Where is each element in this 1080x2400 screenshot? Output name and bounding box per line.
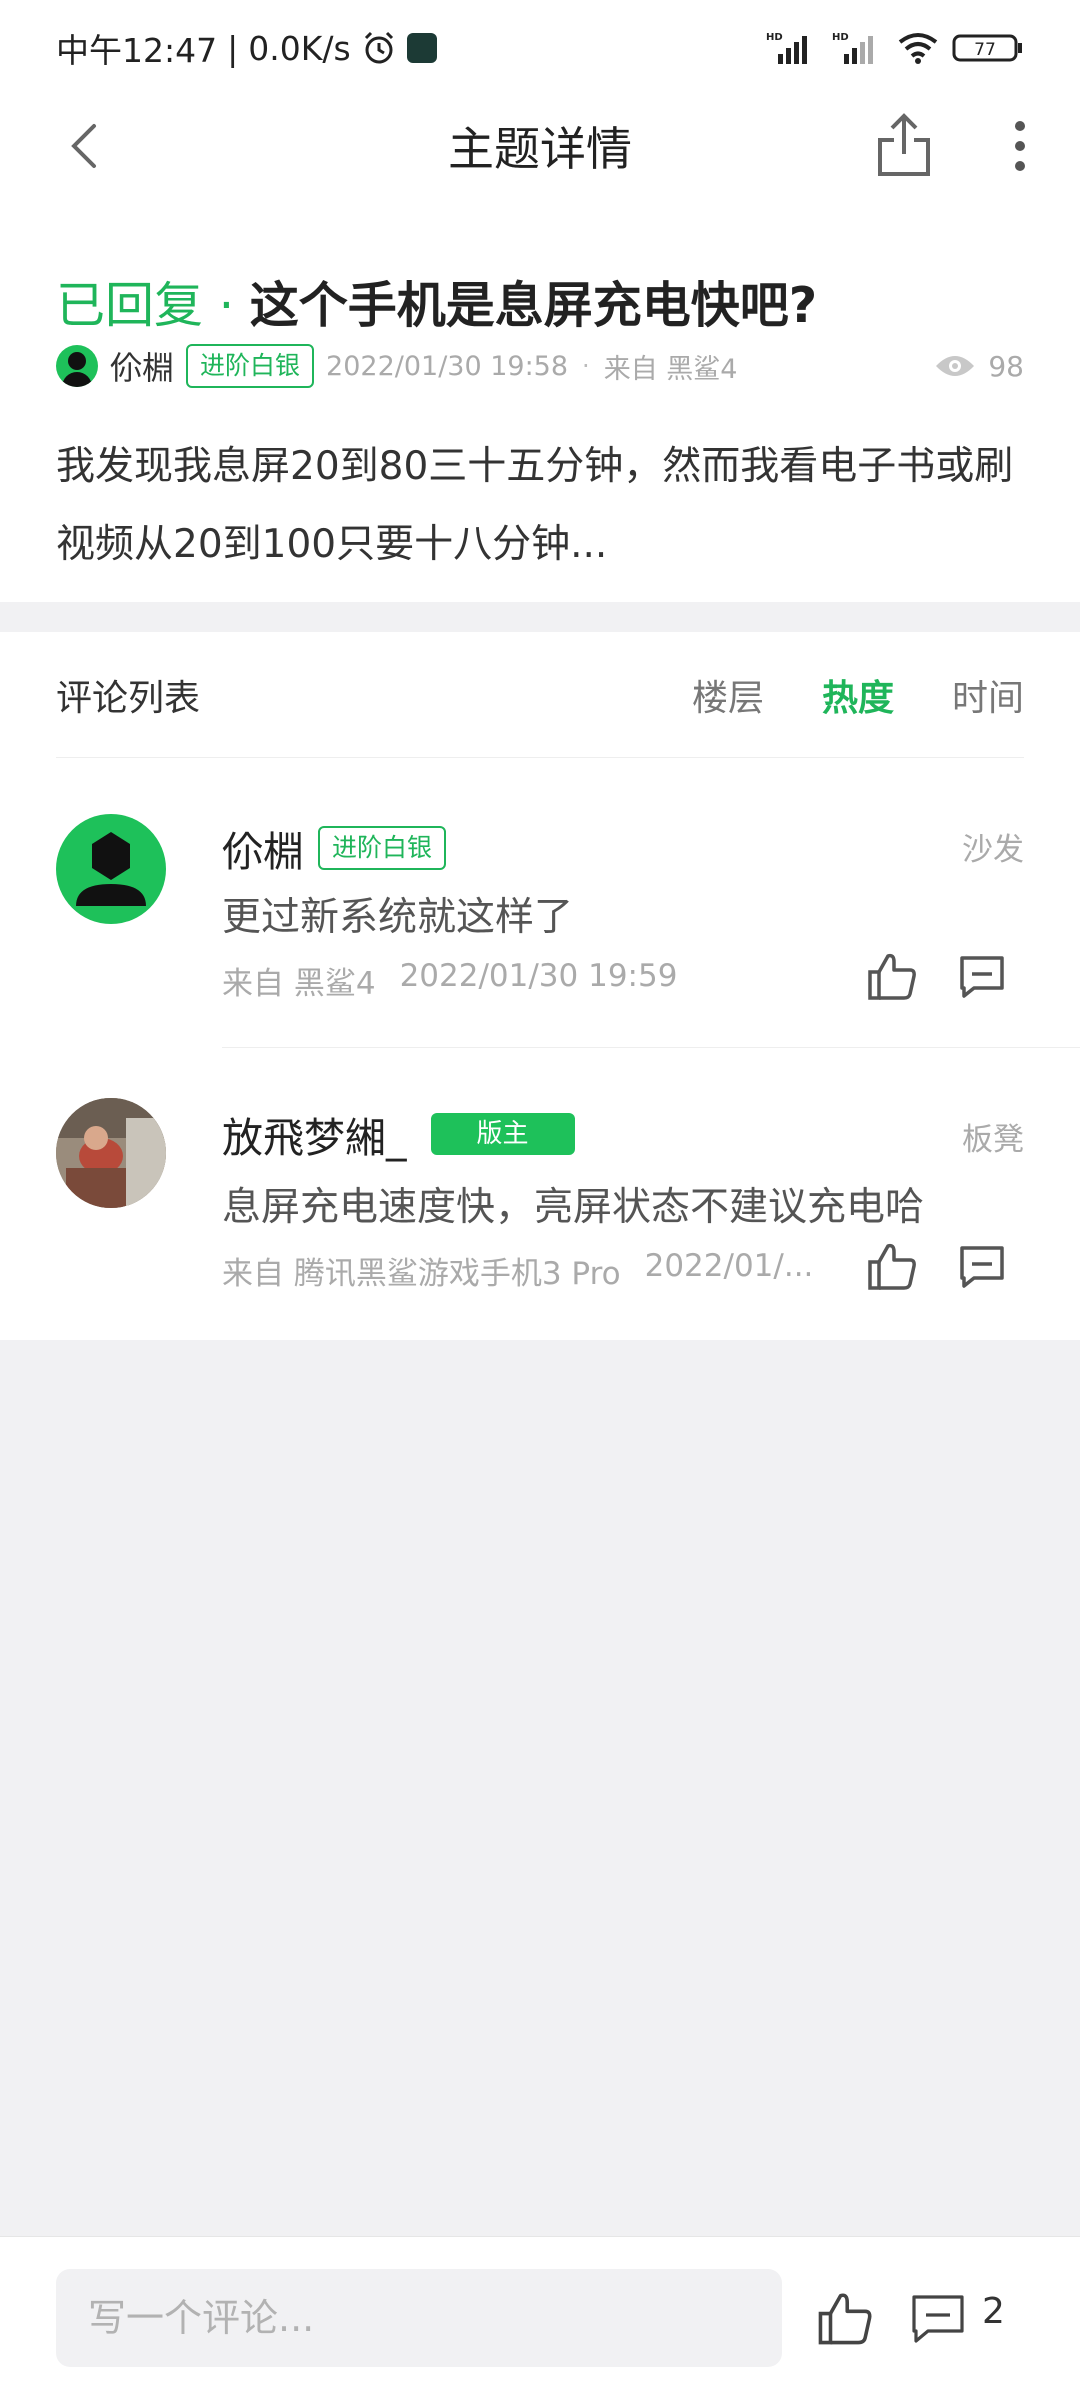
comment-item: 伱棩 进阶白银 沙发 更过新系统就这样了 来自 黑鲨4 2022/01/30 1… — [0, 758, 1080, 1048]
comment-meta: 来自 黑鲨4 2022/01/30 19:59 — [222, 958, 677, 1003]
status-bar: 中午12:47 | 0.0K/s HD HD 77 — [0, 0, 1080, 96]
user-level-badge: 进阶白银 — [186, 344, 315, 388]
commenter-avatar[interactable] — [56, 814, 166, 924]
like-icon[interactable] — [816, 2289, 874, 2347]
comment-time: 2022/01/... — [644, 1248, 814, 1284]
author-name[interactable]: 伱棩 — [110, 343, 174, 389]
comment-floor: 沙发 — [962, 832, 1024, 868]
eye-icon — [936, 356, 975, 376]
like-icon[interactable] — [866, 950, 918, 1002]
wifi-icon — [898, 33, 938, 64]
like-icon[interactable] — [866, 1240, 918, 1292]
moderator-badge: 版主 — [430, 1113, 575, 1155]
comment-text: 息屏充电速度快，亮屏状态不建议充电哈 — [222, 1185, 925, 1230]
signal-hd-label: HD — [766, 32, 783, 43]
sort-tab-floor[interactable]: 楼层 — [692, 669, 764, 721]
view-count-value: 98 — [988, 349, 1024, 383]
replied-status: 已回复 · — [56, 277, 250, 334]
more-options-icon[interactable] — [1000, 114, 1040, 178]
signal-icon: HD — [766, 32, 807, 64]
comment-text: 更过新系统就这样了 — [222, 895, 574, 940]
comments-header: 评论列表 楼层 热度 时间 — [56, 632, 1024, 758]
comment-icon[interactable] — [910, 2291, 966, 2345]
meta-separator: · — [582, 352, 590, 380]
alarm-icon — [364, 31, 393, 64]
app-header: 主题详情 — [0, 96, 1080, 196]
post-body: 我发现我息屏20到80三十五分钟，然而我看电子书或刷视频从20到100只要十八分… — [56, 444, 1014, 567]
commenter-name[interactable]: 伱棩 — [222, 818, 304, 878]
battery-level: 77 — [974, 40, 996, 60]
status-network-speed: 0.0K/s — [248, 28, 351, 68]
signal-hd-label-2: HD — [832, 32, 849, 43]
bottom-comment-bar: 2 — [0, 2236, 1080, 2400]
commenter-name[interactable]: 放飛梦緗_ — [222, 1104, 407, 1164]
post-device: 来自 黑鲨4 — [603, 353, 738, 385]
comment-device: 来自 黑鲨4 — [222, 966, 376, 1002]
sort-tabs: 楼层 热度 时间 — [692, 669, 1024, 721]
user-level-badge: 进阶白银 — [318, 826, 447, 870]
status-time: 中午12:47 — [56, 31, 218, 70]
page-title: 主题详情 — [448, 122, 632, 176]
back-icon[interactable] — [56, 116, 116, 176]
comments-title: 评论列表 — [56, 677, 201, 719]
comment-item: 放飛梦緗_ 版主 板凳 息屏充电速度快，亮屏状态不建议充电哈 来自 腾讯黑鲨游戏… — [0, 1048, 1080, 1340]
post-title: 这个手机是息屏充电快吧? — [249, 277, 818, 334]
post-meta: 伱棩 进阶白银 2022/01/30 19:58 · 来自 黑鲨4 98 — [56, 342, 1024, 390]
app-notification-icon — [406, 33, 437, 63]
reply-icon[interactable] — [958, 1242, 1006, 1290]
commenter-name-row: 伱棩 进阶白银 — [222, 818, 447, 878]
post-title-line: 已回复 · 这个手机是息屏充电快吧? — [56, 266, 817, 337]
share-icon[interactable] — [874, 110, 934, 182]
photo-avatar-image — [56, 1098, 166, 1208]
comment-time: 2022/01/30 19:59 — [399, 958, 678, 994]
commenter-name-row: 放飛梦緗_ 版主 — [222, 1104, 575, 1164]
comment-floor: 板凳 — [962, 1122, 1024, 1158]
signal-icon-2: HD — [832, 32, 873, 64]
comment-input[interactable] — [56, 2269, 782, 2367]
battery-icon: 77 — [952, 34, 1022, 62]
comments-section: 评论列表 楼层 热度 时间 伱棩 进阶白银 沙发 更过新系统就这样了 来自 黑鲨… — [0, 632, 1080, 1340]
post-card: 已回复 · 这个手机是息屏充电快吧? 伱棩 进阶白银 2022/01/30 19… — [0, 196, 1080, 602]
reply-icon[interactable] — [958, 952, 1006, 1000]
commenter-avatar[interactable] — [56, 1098, 166, 1208]
comment-meta: 来自 腾讯黑鲨游戏手机3 Pro 2022/01/... — [222, 1248, 842, 1293]
author-avatar[interactable] — [56, 345, 98, 387]
status-separator: | — [227, 28, 239, 68]
comment-count: 2 — [982, 2291, 1005, 2332]
view-count: 98 — [934, 350, 1024, 383]
comment-device: 来自 腾讯黑鲨游戏手机3 Pro — [222, 1256, 621, 1292]
post-time: 2022/01/30 19:58 — [326, 350, 569, 382]
sort-tab-hot[interactable]: 热度 — [822, 669, 894, 721]
user-silhouette-icon — [76, 832, 146, 906]
sort-tab-time[interactable]: 时间 — [952, 669, 1024, 721]
